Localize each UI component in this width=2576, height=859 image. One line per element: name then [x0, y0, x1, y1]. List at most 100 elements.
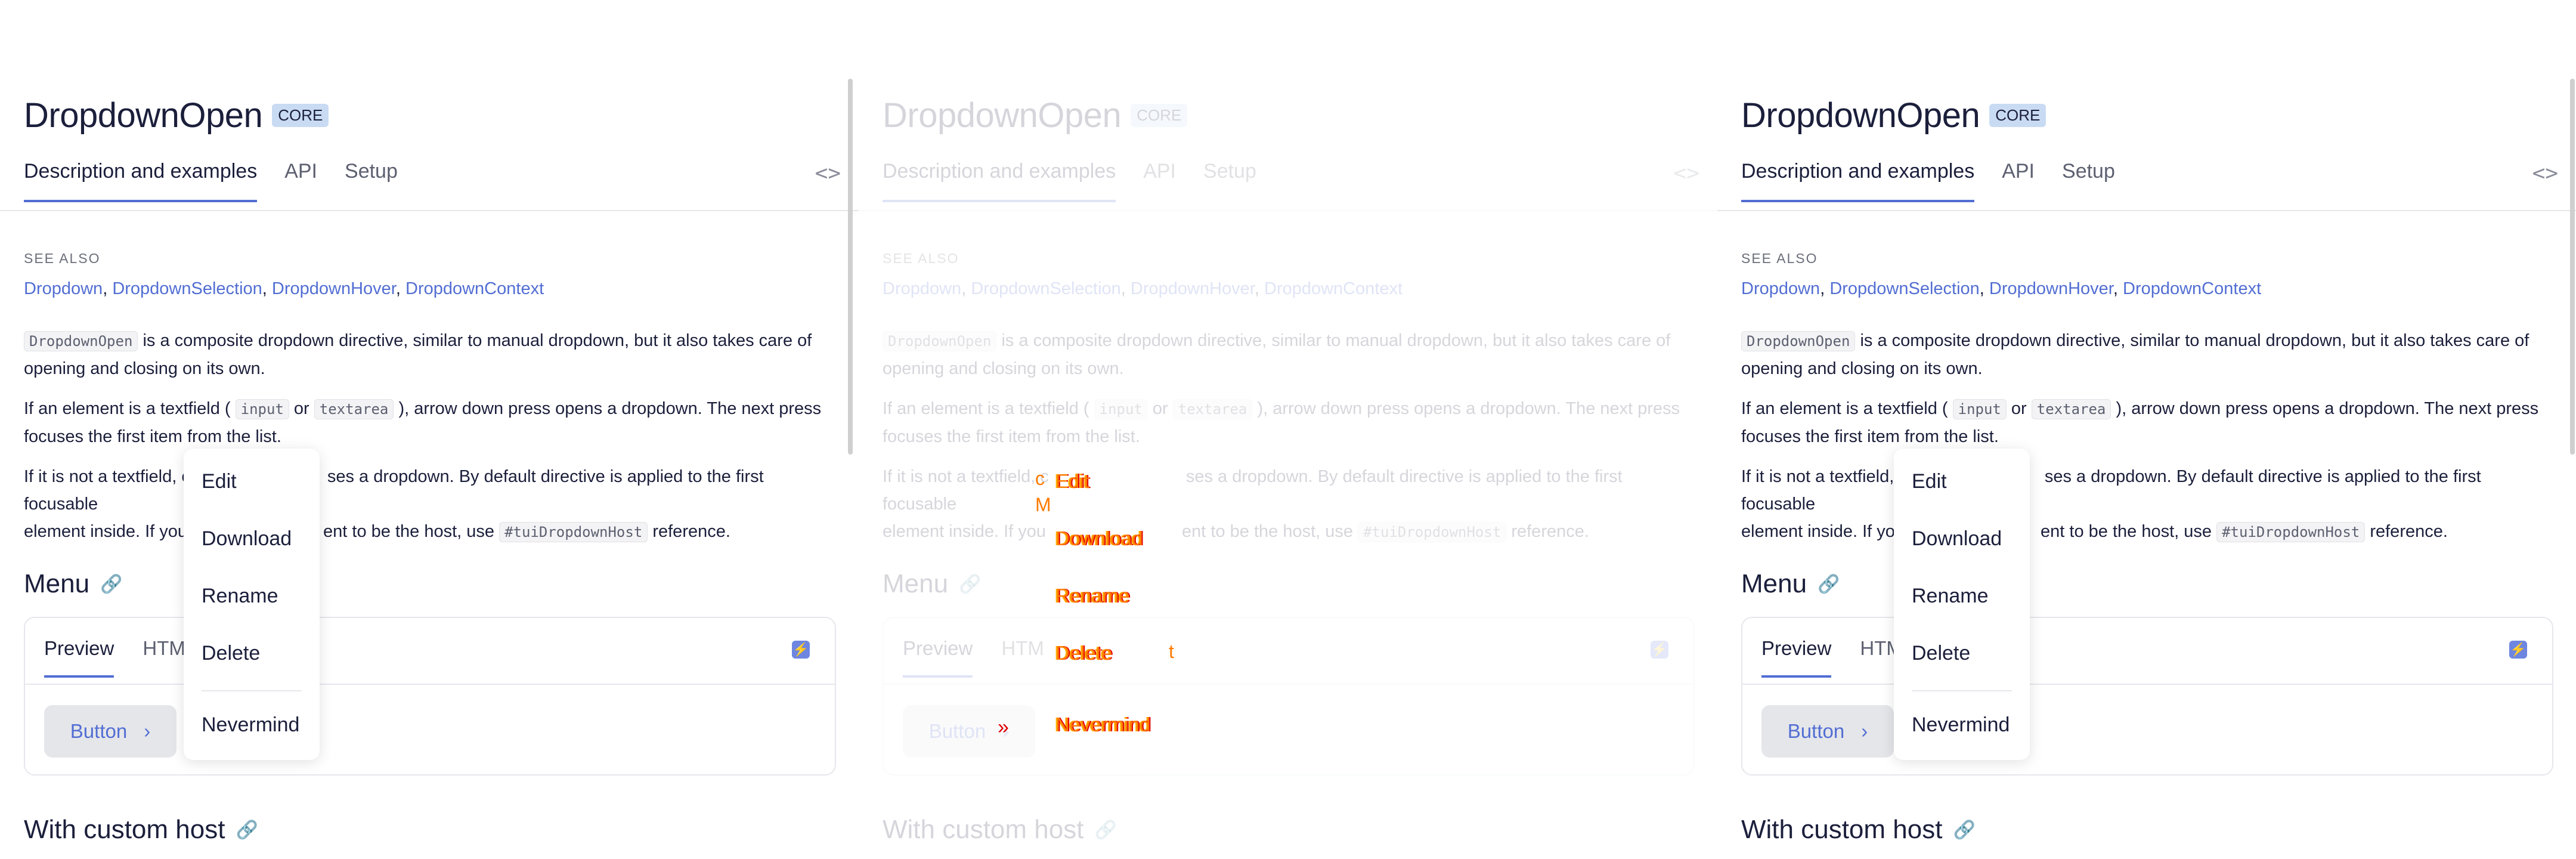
menu-item-delete[interactable]: Delete: [202, 642, 260, 665]
tab-setup[interactable]: Setup: [1203, 160, 1256, 202]
tab-description[interactable]: Description and examples: [24, 160, 258, 202]
dropdown-menu: Edit Download Rename Delete Nevermind: [1894, 449, 2030, 760]
para2-text: If an element is a textfield (: [1741, 399, 1948, 418]
ghost-fragment: c: [1035, 468, 1045, 489]
link-icon[interactable]: 🔗: [236, 820, 258, 841]
link-dropdown-context[interactable]: DropdownContext: [1264, 279, 1402, 298]
menu-item-download[interactable]: Download: [1912, 527, 2002, 551]
link-dropdown-context[interactable]: DropdownContext: [405, 279, 544, 298]
see-also-links: Dropdown, DropdownSelection, DropdownHov…: [24, 279, 544, 299]
section-menu-title: Menu: [24, 569, 90, 598]
tab-preview[interactable]: Preview: [903, 637, 973, 678]
tab-setup[interactable]: Setup: [345, 160, 398, 202]
menu-item-nevermind[interactable]: Nevermind: [202, 713, 299, 737]
demo-button[interactable]: Button ›: [1761, 705, 1894, 758]
tab-api[interactable]: API: [2002, 160, 2035, 202]
link-dropdown[interactable]: Dropdown: [1741, 279, 1820, 298]
scrollbar[interactable]: [2570, 79, 2575, 455]
link-icon[interactable]: 🔗: [1818, 574, 1840, 595]
para1-text-2: opening and closing on its own.: [1741, 359, 1983, 378]
section-custom-host: With custom host 🔗: [1741, 815, 1976, 845]
link-icon[interactable]: 🔗: [1094, 820, 1116, 841]
doc-page-faded: DropdownOpen CORE Description and exampl…: [859, 0, 1717, 859]
link-dropdown[interactable]: Dropdown: [883, 279, 961, 298]
code-toggle-icon[interactable]: <>: [2532, 161, 2558, 186]
para1-text: is a composite dropdown directive, simil…: [996, 331, 1671, 350]
bolt-icon[interactable]: ⚡: [2509, 641, 2527, 659]
doc-tabs: Description and examples API Setup: [1741, 160, 2115, 202]
para1-text: is a composite dropdown directive, simil…: [1855, 331, 2529, 350]
tab-setup[interactable]: Setup: [2062, 160, 2115, 202]
link-icon[interactable]: 🔗: [959, 574, 981, 595]
para2-text-3: focuses the first item from the list.: [24, 427, 281, 446]
tab-html[interactable]: HTM: [143, 637, 185, 678]
link-dropdown-hover[interactable]: DropdownHover: [1131, 279, 1255, 298]
separator: ,: [1979, 279, 1984, 298]
menu-item-edit[interactable]: Edit: [1912, 470, 1947, 493]
ghost-chevron-icon: »: [998, 716, 1009, 739]
demo-divider: [25, 684, 835, 685]
link-dropdown-context[interactable]: DropdownContext: [2123, 279, 2261, 298]
code-dropdown-open: DropdownOpen: [883, 331, 997, 351]
link-dropdown-selection[interactable]: DropdownSelection: [971, 279, 1120, 298]
menu-item-rename[interactable]: Rename: [1912, 585, 1989, 608]
chevron-right-icon: ›: [1861, 720, 1868, 742]
link-dropdown-selection[interactable]: DropdownSelection: [112, 279, 262, 298]
section-custom-host-title: With custom host: [24, 815, 225, 844]
menu-item-edit[interactable]: Edit: [202, 470, 237, 493]
para2-or: or: [2006, 399, 2032, 418]
demo-tabs: Preview HTM: [1761, 637, 1903, 678]
tab-preview[interactable]: Preview: [1761, 637, 1832, 678]
title-row: DropdownOpen CORE: [883, 95, 1188, 135]
para2-or: or: [1147, 399, 1173, 418]
bolt-icon[interactable]: ⚡: [792, 641, 810, 659]
section-custom-host: With custom host 🔗: [883, 815, 1117, 845]
demo-button[interactable]: Button ›: [903, 705, 1035, 758]
para2-text-2: ), arrow down press opens a dropdown. Th…: [398, 399, 822, 418]
tab-api[interactable]: API: [1143, 160, 1176, 202]
tab-description[interactable]: Description and examples: [1741, 160, 1975, 202]
see-also-links: Dropdown, DropdownSelection, DropdownHov…: [1741, 279, 2261, 299]
tab-api[interactable]: API: [284, 160, 317, 202]
menu-item-nevermind[interactable]: Nevermind: [1912, 713, 2010, 737]
link-icon[interactable]: 🔗: [1953, 820, 1975, 841]
code-toggle-icon[interactable]: <>: [815, 161, 841, 186]
para3-text-4: ent to be the host, use: [1182, 522, 1354, 541]
section-menu: Menu 🔗: [1741, 569, 1840, 599]
menu-item-rename[interactable]: Rename: [202, 585, 278, 608]
paragraph-1: DropdownOpen is a composite dropdown dir…: [883, 327, 1682, 382]
bolt-icon[interactable]: ⚡: [1651, 641, 1668, 659]
code-dropdown-host: #tuiDropdownHost: [2216, 522, 2366, 542]
page-title: DropdownOpen: [1741, 96, 1980, 135]
tab-html[interactable]: HTM: [1001, 637, 1044, 678]
tab-description[interactable]: Description and examples: [883, 160, 1116, 202]
code-input: input: [1094, 399, 1148, 419]
code-toggle-icon[interactable]: <>: [1674, 161, 1699, 186]
separator: ,: [1254, 279, 1259, 298]
menu-item-delete[interactable]: Delete: [1912, 642, 1970, 665]
para1-text-2: opening and closing on its own.: [883, 359, 1124, 378]
para2-text: If an element is a textfield (: [883, 399, 1089, 418]
para2-or: or: [289, 399, 314, 418]
core-badge: CORE: [1131, 104, 1188, 127]
section-menu-title: Menu: [883, 569, 949, 598]
link-dropdown-selection[interactable]: DropdownSelection: [1829, 279, 1979, 298]
menu-item-download[interactable]: Download: [202, 527, 292, 551]
link-dropdown-hover[interactable]: DropdownHover: [272, 279, 396, 298]
ghost-dropdown-menu: Edit Download Rename Delete Nevermind: [1055, 449, 1191, 783]
demo-button[interactable]: Button ›: [44, 705, 177, 758]
separator: ,: [961, 279, 967, 298]
para3-text-3: element inside. If you: [1741, 522, 1905, 541]
para2-text: If an element is a textfield (: [24, 399, 231, 418]
link-dropdown[interactable]: Dropdown: [24, 279, 103, 298]
scrollbar[interactable]: [848, 79, 853, 455]
link-dropdown-hover[interactable]: DropdownHover: [1989, 279, 2113, 298]
demo-button-label: Button: [1787, 720, 1845, 742]
para3-text-5: reference.: [652, 522, 730, 541]
tab-preview[interactable]: Preview: [44, 637, 114, 678]
link-icon[interactable]: 🔗: [100, 574, 122, 595]
core-badge: CORE: [1989, 104, 2046, 127]
dropdown-menu: Edit Download Rename Delete Nevermind: [184, 449, 320, 760]
paragraph-1: DropdownOpen is a composite dropdown dir…: [1741, 327, 2540, 382]
page-title: DropdownOpen: [24, 96, 263, 135]
